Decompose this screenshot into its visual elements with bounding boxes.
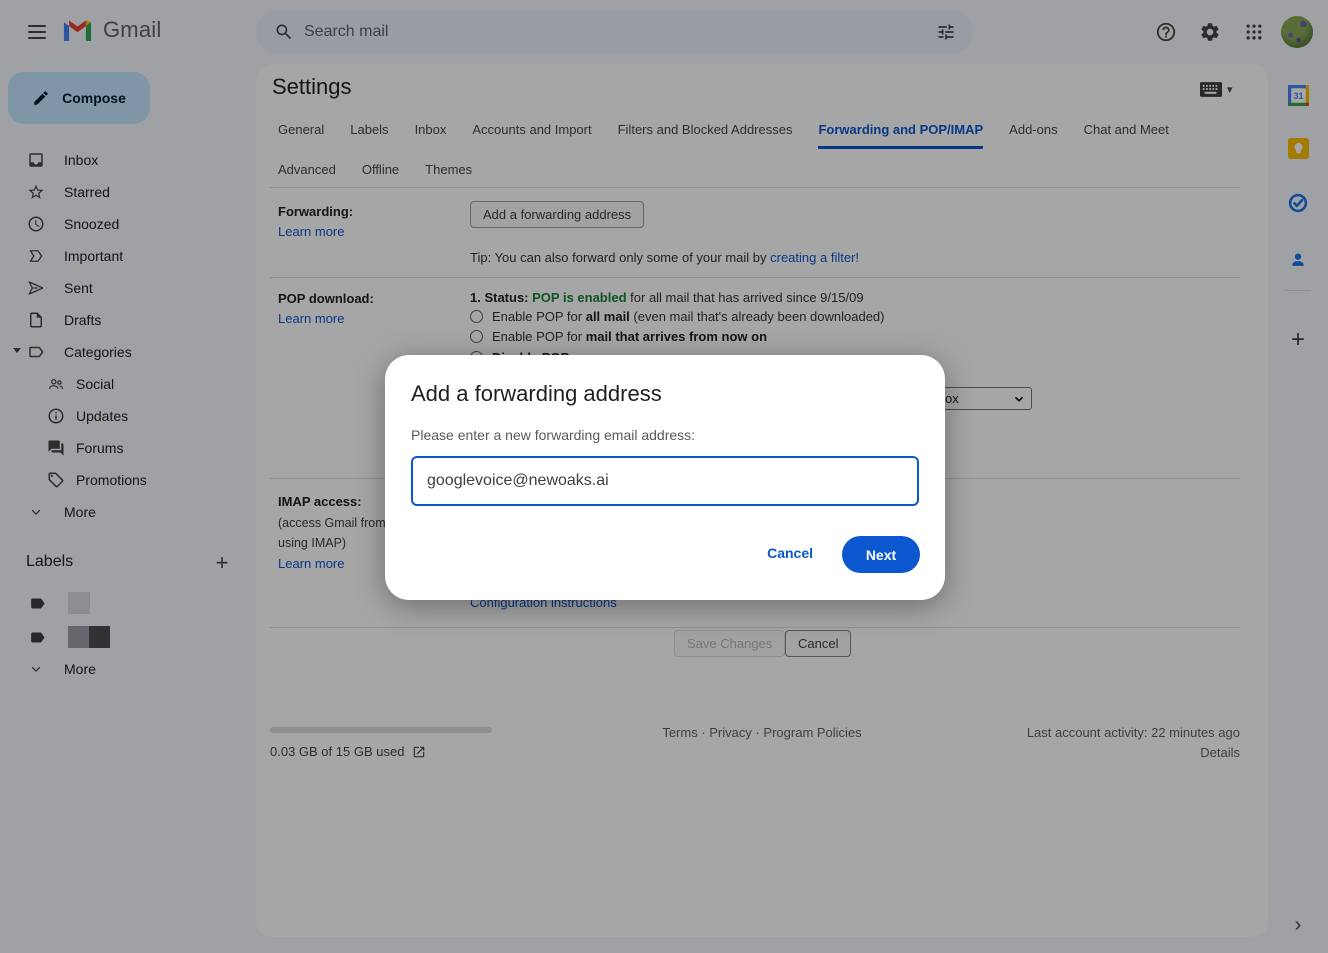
forwarding-email-input[interactable] [411,456,919,506]
dialog-title: Add a forwarding address [411,381,662,407]
dialog-cancel-button[interactable]: Cancel [767,545,813,561]
dialog-prompt: Please enter a new forwarding email addr… [411,427,695,443]
add-forwarding-address-dialog: Add a forwarding address Please enter a … [385,355,945,600]
dialog-next-button[interactable]: Next [842,536,920,573]
